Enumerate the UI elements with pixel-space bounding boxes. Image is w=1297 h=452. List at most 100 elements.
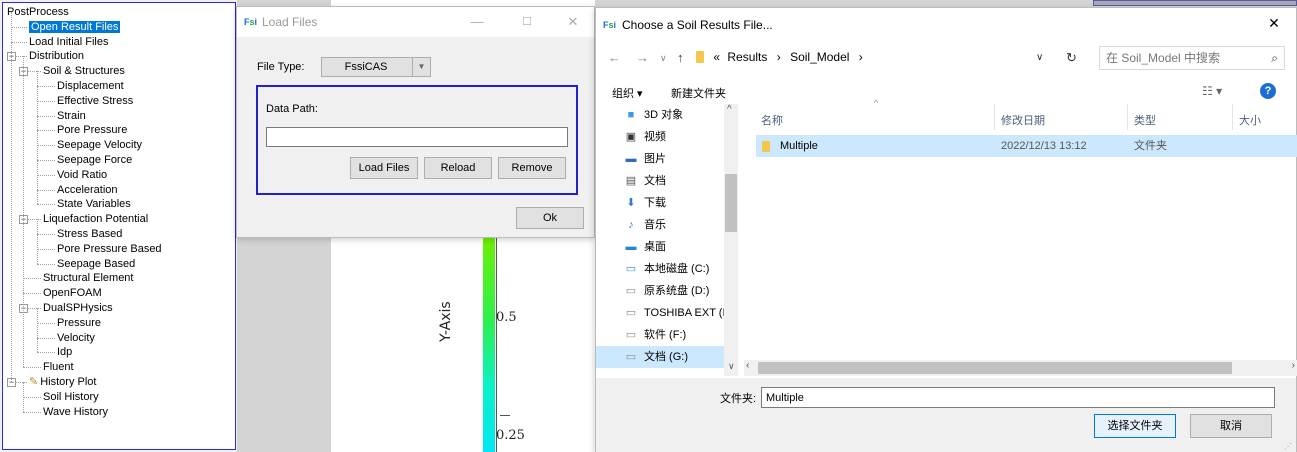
tree-item-state-variables[interactable]: State Variables [57,197,131,211]
horizontal-scrollbar[interactable]: ‹ › [744,360,1297,376]
tree-item-structural-element[interactable]: Structural Element [43,271,133,285]
3d-objects-icon: ■ [627,109,635,121]
remove-button[interactable]: Remove [498,157,566,179]
nav-item[interactable]: ▬ 桌面 [596,236,724,258]
breadcrumb-separator-icon: › [776,50,781,64]
tree-item-soil-history[interactable]: Soil History [43,390,99,404]
new-folder-button[interactable]: 新建文件夹 [671,85,726,101]
reload-button[interactable]: Reload [424,157,492,179]
tree-item-soil-structures[interactable]: Soil & Structures [43,64,125,78]
tree-item-pressure[interactable]: Pressure [57,316,101,330]
tree-guide-line [37,308,38,353]
tree-item-stress-based[interactable]: Stress Based [57,227,122,241]
tree-item-dualsphysics[interactable]: DualSPHysics [43,301,113,315]
tree-item-pore-pressure[interactable]: Pore Pressure [57,123,127,137]
nav-item[interactable]: ▭ 本地磁盘 (C:) [596,258,724,280]
tree-item-load-initial-files[interactable]: Load Initial Files [29,35,109,49]
search-placeholder: 在 Soil_Model 中搜索 [1106,51,1221,65]
tree-item-postprocess[interactable]: PostProcess [7,5,69,19]
tree-item-label: Liquefaction Potential [43,213,149,226]
nav-item[interactable]: ▭ 原系统盘 (D:) [596,280,724,302]
load-dialog-titlebar[interactable]: Fsi Load Files — ☐ ✕ [237,7,594,37]
tree-connector [37,263,55,265]
tree-item-seepage-velocity[interactable]: Seepage Velocity [57,138,142,152]
breadcrumb-results[interactable]: Results [727,50,767,64]
close-button[interactable]: ✕ [553,7,593,37]
scroll-up-icon[interactable]: ^ [727,104,732,115]
recent-locations-chevron-icon[interactable]: ∨ [660,53,667,64]
tree-item-effective-stress[interactable]: Effective Stress [57,94,133,108]
tree-connector [37,145,55,147]
data-path-input[interactable] [266,127,568,147]
chevron-down-icon: ▼ [412,58,430,76]
scroll-left-icon[interactable]: ‹ [746,360,749,371]
tree-item-liquefaction-potential[interactable]: Liquefaction Potential [43,212,148,226]
colorbar-axis [496,236,497,452]
video-icon: ▣ [625,131,637,143]
nav-item[interactable]: ▣ 视频 [596,126,724,148]
cancel-button[interactable]: 取消 [1190,414,1272,438]
tree-item-fluent[interactable]: Fluent [43,360,74,374]
nav-scroll-down-icon[interactable]: ∨ [728,361,735,372]
nav-item[interactable]: ▬ 图片 [596,148,724,170]
nav-item[interactable]: ▭ 文档 (G:) [596,346,724,368]
tree-item-wave-history[interactable]: Wave History [43,405,108,419]
tree-item-openfoam[interactable]: OpenFOAM [43,286,102,300]
view-options-icon[interactable]: ☷ ▾ [1202,84,1222,98]
tree-item-open-result-files[interactable]: Open Result Files [29,20,121,34]
column-header-name[interactable]: 名称 [761,112,783,128]
nav-item[interactable]: ♪ 音乐 [596,214,724,236]
nav-item[interactable]: ▤ 文档 [596,170,724,192]
tree-item-seepage-based[interactable]: Seepage Based [57,257,135,271]
tree-item-idp[interactable]: Idp [57,345,72,359]
nav-item[interactable]: ▭ 软件 (F:) [596,324,724,346]
nav-vertical-scrollbar[interactable]: ^ [724,104,738,376]
file-type-select[interactable]: FssiCAS ▼ [321,57,431,77]
tree-item-label: Soil & Structures [43,65,125,78]
nav-item[interactable]: ▭ TOSHIBA EXT (I [596,302,726,324]
column-header-type[interactable]: 类型 [1134,112,1156,128]
tree-item-velocity[interactable]: Velocity [57,331,95,345]
drive-icon: ▭ [625,351,637,363]
scrollbar-thumb[interactable] [758,362,1232,374]
organize-menu[interactable]: 组织 ▾ [612,85,643,101]
folder-input[interactable] [761,387,1275,408]
resize-grip-icon[interactable]: ⋰ [1284,442,1292,451]
address-dropdown-icon[interactable]: ∨ [1036,52,1043,63]
column-header-modified[interactable]: 修改日期 [1001,112,1045,128]
address-bar[interactable]: « Results › Soil_Model › [696,46,1056,70]
nav-item[interactable]: ⬇ 下载 [596,192,724,214]
postprocess-tree[interactable]: PostProcess Open Result Files Load Initial… [2,2,236,450]
forward-arrow-icon[interactable]: → [636,50,649,65]
tree-item-label: Effective Stress [57,94,134,107]
tree-item-pore-pressure-based[interactable]: Pore Pressure Based [57,242,162,256]
breadcrumb-soil-model[interactable]: Soil_Model [790,50,849,64]
background-window-edge [1093,0,1297,6]
search-input[interactable]: 在 Soil_Model 中搜索 ⌕ [1099,46,1285,70]
refresh-icon[interactable]: ↻ [1066,50,1077,66]
scroll-right-icon[interactable]: › [1292,360,1295,371]
minimize-button[interactable]: — [457,7,497,37]
ok-button[interactable]: Ok [516,207,584,229]
tree-item-history-plot[interactable]: ✎ History Plot [29,375,96,389]
maximize-button[interactable]: ☐ [507,7,547,37]
tree-item-strain[interactable]: Strain [57,109,86,123]
nav-item[interactable]: ■ 3D 对象 [596,104,724,126]
close-button[interactable]: ✕ [1252,8,1296,38]
tree-item-seepage-force[interactable]: Seepage Force [57,153,132,167]
file-row[interactable]: Multiple 2022/12/13 13:12 文件夹 [756,135,1297,157]
tree-guide-line [37,71,38,205]
back-arrow-icon[interactable]: ← [608,50,621,65]
tree-item-distribution[interactable]: Distribution [29,49,84,63]
scrollbar-thumb[interactable] [725,174,737,232]
load-files-button[interactable]: Load Files [350,157,418,179]
help-icon[interactable]: ? [1260,83,1276,99]
up-arrow-icon[interactable]: ↑ [677,50,684,65]
tree-item-void-ratio[interactable]: Void Ratio [57,168,107,182]
folder-icon [696,50,704,63]
tree-item-displacement[interactable]: Displacement [57,79,124,93]
pencil-icon: ✎ [29,376,39,388]
column-header-size[interactable]: 大小 [1239,112,1261,128]
tree-item-acceleration[interactable]: Acceleration [57,183,118,197]
select-folder-button[interactable]: 选择文件夹 [1094,414,1176,438]
